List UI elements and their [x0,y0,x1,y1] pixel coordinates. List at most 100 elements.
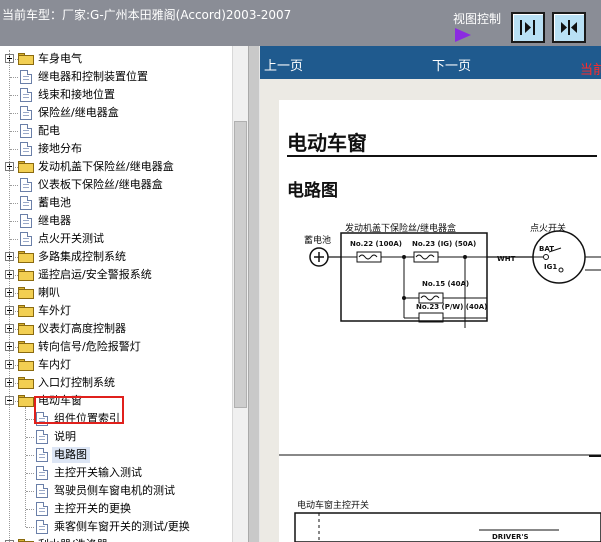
tree-item-label: 车内灯 [38,358,71,371]
document-icon [20,178,32,192]
tree-item[interactable]: 线束和接地位置 [0,86,232,104]
tree-item-label: 配电 [38,124,60,137]
panel-splitter[interactable] [248,46,260,542]
tree-item-label: 保险丝/继电器盒 [38,106,119,119]
document-icon [20,142,32,156]
tree-item-label: 电路图 [54,448,87,461]
tree-item-label: 主控开关输入测试 [54,466,142,479]
tree-item[interactable]: 接地分布 [0,140,232,158]
tree-item[interactable]: 驾驶员侧车窗电机的测试 [0,482,232,500]
tree-item-label: 喇叭 [38,286,60,299]
folder-icon [18,251,34,263]
tree-connector [10,149,18,150]
document-icon [20,88,32,102]
tree-item[interactable]: 入口灯控制系统 [0,374,232,392]
circuit-schematic [279,230,601,542]
document-icon [36,430,48,444]
document-page: 电动车窗 电路图 发动机盖下保险丝/继电器盒 点火开关 蓄电池 No.22 (1… [279,100,601,542]
folder-icon [18,323,34,335]
tree-item[interactable]: 蓄电池 [0,194,232,212]
split-panels-button[interactable] [552,12,586,43]
tree-item[interactable]: 多路集成控制系统 [0,248,232,266]
tree-item-label: 刮水器/洗涤器 [38,538,108,542]
view-control-label: 视图控制 [453,12,502,26]
panel-right-icon [520,20,535,35]
tree-item[interactable]: 主控开关输入测试 [0,464,232,482]
tree-item[interactable]: 遥控启运/安全警报系统 [0,266,232,284]
tree-scrollbar-thumb[interactable] [234,121,247,408]
tree-item-label: 继电器和控制装置位置 [38,70,148,83]
tree-item-label: 驾驶员侧车窗电机的测试 [54,484,175,497]
tree-item[interactable]: 电路图 [0,446,232,464]
tree-connector [26,527,34,528]
document-icon [36,520,48,534]
tree-connector [26,437,34,438]
folder-icon [18,269,34,281]
tree-connector [26,455,34,456]
tree-connector [10,113,18,114]
folder-icon [18,287,34,299]
tree-item-label: 主控开关的更换 [54,502,131,515]
tree-item[interactable]: 主控开关的更换 [0,500,232,518]
tree-item[interactable]: 仪表灯高度控制器 [0,320,232,338]
tree-connector [26,491,34,492]
tree-item-label: 车身电气 [38,52,82,65]
document-icon [36,466,48,480]
tree-guide-line [9,50,10,542]
tree-item[interactable]: 车身电气 [0,50,232,68]
tree-item-label: 接地分布 [38,142,82,155]
tree-item-label: 车外灯 [38,304,71,317]
tree-connector [10,95,18,96]
tree-connector [10,131,18,132]
tree-item[interactable]: 车内灯 [0,356,232,374]
document-icon [20,196,32,210]
tree-item-label: 遥控启运/安全警报系统 [38,268,152,281]
tree-item[interactable]: 转向信号/危险报警灯 [0,338,232,356]
highlight-box [34,396,124,424]
tree-item-label: 多路集成控制系统 [38,250,126,263]
document-icon [36,484,48,498]
tree-item-label: 说明 [54,430,76,443]
tree-item-label: 蓄电池 [38,196,71,209]
folder-icon [18,341,34,353]
folder-icon [18,395,34,407]
tree-item[interactable]: 刮水器/洗涤器 [0,536,232,542]
tree-item[interactable]: 点火开关测试 [0,230,232,248]
document-icon [20,70,32,84]
document-icon [20,214,32,228]
tree-item-label: 入口灯控制系统 [38,376,115,389]
tree-item[interactable]: 保险丝/继电器盒 [0,104,232,122]
folder-icon [18,377,34,389]
folder-icon [18,359,34,371]
tree-item[interactable]: 配电 [0,122,232,140]
tree-item-label: 仪表板下保险丝/继电器盒 [38,178,163,191]
folder-icon [18,53,34,65]
tree-item-label: 线束和接地位置 [38,88,115,101]
top-bar: 当前车型：厂家:G-广州本田雅阁(Accord)2003-2007 视图控制 [0,0,601,46]
tree-item[interactable]: 说明 [0,428,232,446]
page-nav-bar: 上一页 下一页 当前 [260,46,601,79]
tree-item[interactable]: 继电器和控制装置位置 [0,68,232,86]
document-icon [20,124,32,138]
tree-guide-line [25,407,26,527]
prev-page-link[interactable]: 上一页 [264,55,303,74]
tree-item[interactable]: 乘客侧车窗开关的测试/更换 [0,518,232,536]
tree-item-label: 仪表灯高度控制器 [38,322,126,335]
document-icon [36,448,48,462]
tree-scrollbar[interactable] [232,46,248,542]
tree-item[interactable]: 发动机盖下保险丝/继电器盒 [0,158,232,176]
tree-connector [26,473,34,474]
tree-item-label: 继电器 [38,214,71,227]
document-icon [20,232,32,246]
expand-panel-button[interactable] [511,12,545,43]
document-icon [20,106,32,120]
play-arrow-icon [455,28,471,42]
tree-item[interactable]: 喇叭 [0,284,232,302]
tree-item-label: 乘客侧车窗开关的测试/更换 [54,520,190,533]
tree-item[interactable]: 继电器 [0,212,232,230]
tree-connector [10,77,18,78]
next-page-link[interactable]: 下一页 [432,55,471,74]
tree-item[interactable]: 车外灯 [0,302,232,320]
panel-split-icon [561,20,577,35]
tree-item[interactable]: 仪表板下保险丝/继电器盒 [0,176,232,194]
